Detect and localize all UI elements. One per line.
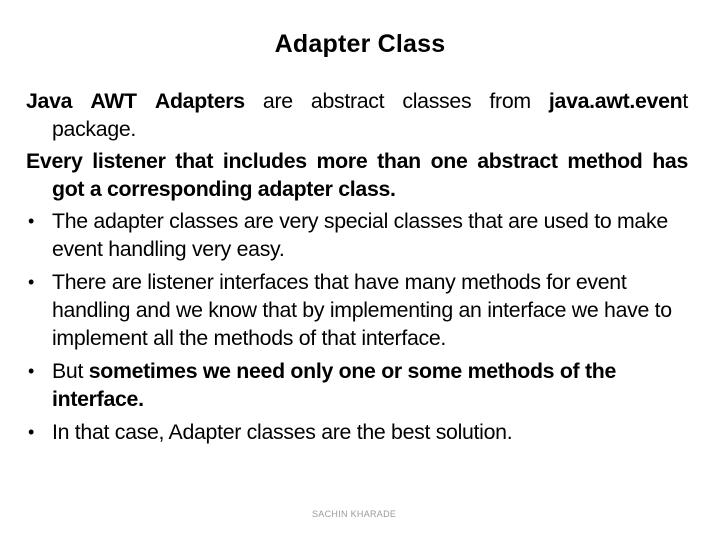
term-awt: AWT <box>90 89 137 113</box>
slide-title: Adapter Class <box>274 30 446 58</box>
author-watermark: SACHIN KHARADE <box>312 509 397 519</box>
term-package-name: java.awt.even <box>548 89 683 113</box>
bullet-text: The adapter classes are very special cla… <box>52 209 668 261</box>
bullet-list: • The adapter classes are very special c… <box>26 207 688 446</box>
bullet-item: • There are listener interfaces that hav… <box>26 268 688 352</box>
bullet-dot-icon: • <box>28 272 35 292</box>
slide: Adapter Class Java AWT Adapters are abst… <box>0 0 720 540</box>
bullet-text-bold: sometimes we need only one or some metho… <box>52 359 616 411</box>
bullet-text: In that case, Adapter classes are the be… <box>52 420 513 444</box>
bullet-dot-icon: • <box>28 361 35 381</box>
term-java: Java <box>26 89 73 113</box>
bullet-dot-icon: • <box>28 211 35 231</box>
intro-text-1: are abstract classes from <box>244 89 549 113</box>
slide-body: Java AWT Adapters are abstract classes f… <box>26 87 688 451</box>
bullet-item: • In that case, Adapter classes are the … <box>26 418 688 446</box>
intro-paragraph-listener: Every listener that includes more than o… <box>26 147 688 203</box>
bullet-dot-icon: • <box>28 422 35 442</box>
intro-paragraph-adapters: Java AWT Adapters are abstract classes f… <box>26 87 688 143</box>
bullet-item: • But sometimes we need only one or some… <box>26 357 688 413</box>
listener-statement: Every listener that includes more than o… <box>26 149 688 201</box>
term-adapters: Adapters <box>154 89 245 113</box>
bullet-item: • The adapter classes are very special c… <box>26 207 688 263</box>
bullet-text-prefix: But <box>52 359 89 383</box>
bullet-text: There are listener interfaces that have … <box>52 270 672 350</box>
